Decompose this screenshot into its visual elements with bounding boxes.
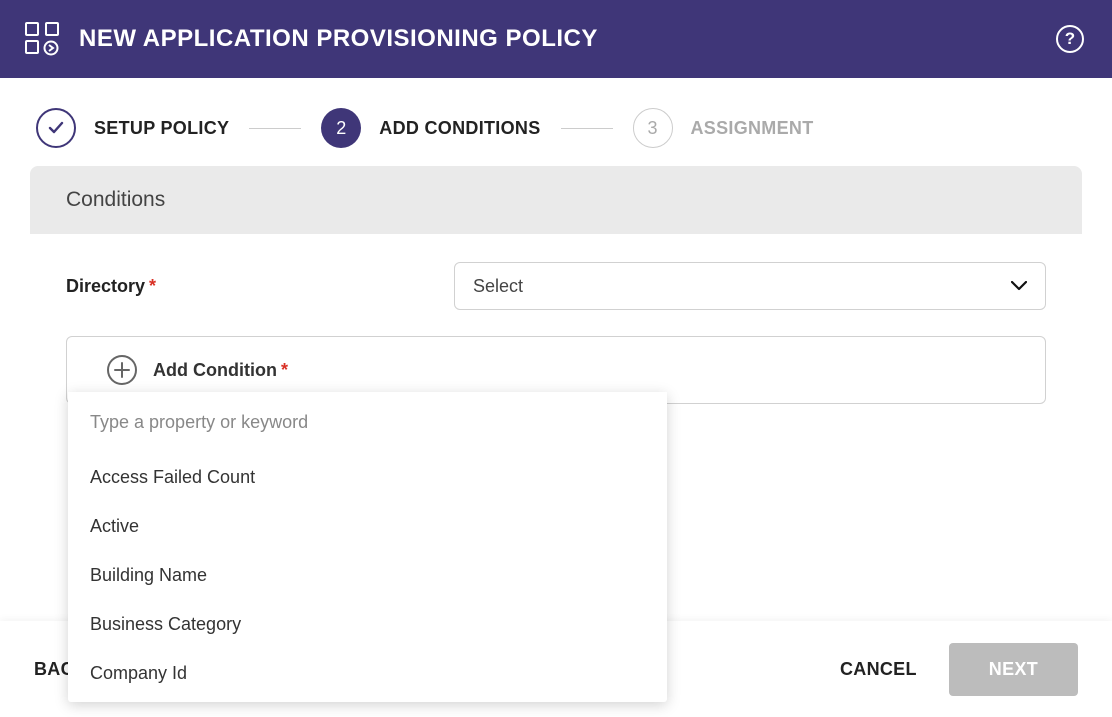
plus-icon <box>114 362 130 378</box>
property-dropdown: Access Failed Count Active Building Name… <box>68 392 667 702</box>
next-button[interactable]: NEXT <box>949 643 1078 696</box>
directory-select-value: Select <box>473 276 523 297</box>
app-logo-icon <box>25 22 59 56</box>
chevron-down-icon <box>1011 281 1027 291</box>
step-indicator-done <box>36 108 76 148</box>
plus-circle-icon <box>107 355 137 385</box>
step-add-conditions[interactable]: 2 ADD CONDITIONS <box>321 108 540 148</box>
wizard-stepper: SETUP POLICY 2 ADD CONDITIONS 3 ASSIGNME… <box>0 78 1112 166</box>
card-title: Conditions <box>30 166 1082 234</box>
add-condition-label: Add Condition <box>153 360 277 381</box>
step-divider <box>249 128 301 129</box>
add-condition-button[interactable]: Add Condition* <box>107 355 1005 385</box>
step-indicator-pending: 3 <box>633 108 673 148</box>
required-marker: * <box>149 276 156 296</box>
dropdown-item-access-failed-count[interactable]: Access Failed Count <box>68 453 667 502</box>
property-search-input[interactable] <box>68 392 667 453</box>
directory-row: Directory* Select <box>66 262 1046 310</box>
directory-label: Directory* <box>66 276 454 297</box>
check-icon <box>46 118 66 138</box>
dropdown-item-active[interactable]: Active <box>68 502 667 551</box>
step-divider <box>561 128 613 129</box>
dropdown-item-business-category[interactable]: Business Category <box>68 600 667 649</box>
cancel-button[interactable]: CANCEL <box>840 659 917 680</box>
dropdown-item-company-id[interactable]: Company Id <box>68 649 667 698</box>
page-title: NEW APPLICATION PROVISIONING POLICY <box>79 25 598 53</box>
step-indicator-active: 2 <box>321 108 361 148</box>
step-setup-policy[interactable]: SETUP POLICY <box>36 108 229 148</box>
required-marker: * <box>281 360 288 381</box>
directory-select[interactable]: Select <box>454 262 1046 310</box>
step-label: ASSIGNMENT <box>691 118 814 139</box>
step-assignment[interactable]: 3 ASSIGNMENT <box>633 108 814 148</box>
step-label: ADD CONDITIONS <box>379 118 540 139</box>
property-dropdown-list[interactable]: Access Failed Count Active Building Name… <box>68 453 667 702</box>
app-header: NEW APPLICATION PROVISIONING POLICY ? <box>0 0 1112 78</box>
step-label: SETUP POLICY <box>94 118 229 139</box>
dropdown-item-building-name[interactable]: Building Name <box>68 551 667 600</box>
arrow-circle-icon <box>43 40 59 56</box>
help-icon[interactable]: ? <box>1056 25 1084 53</box>
